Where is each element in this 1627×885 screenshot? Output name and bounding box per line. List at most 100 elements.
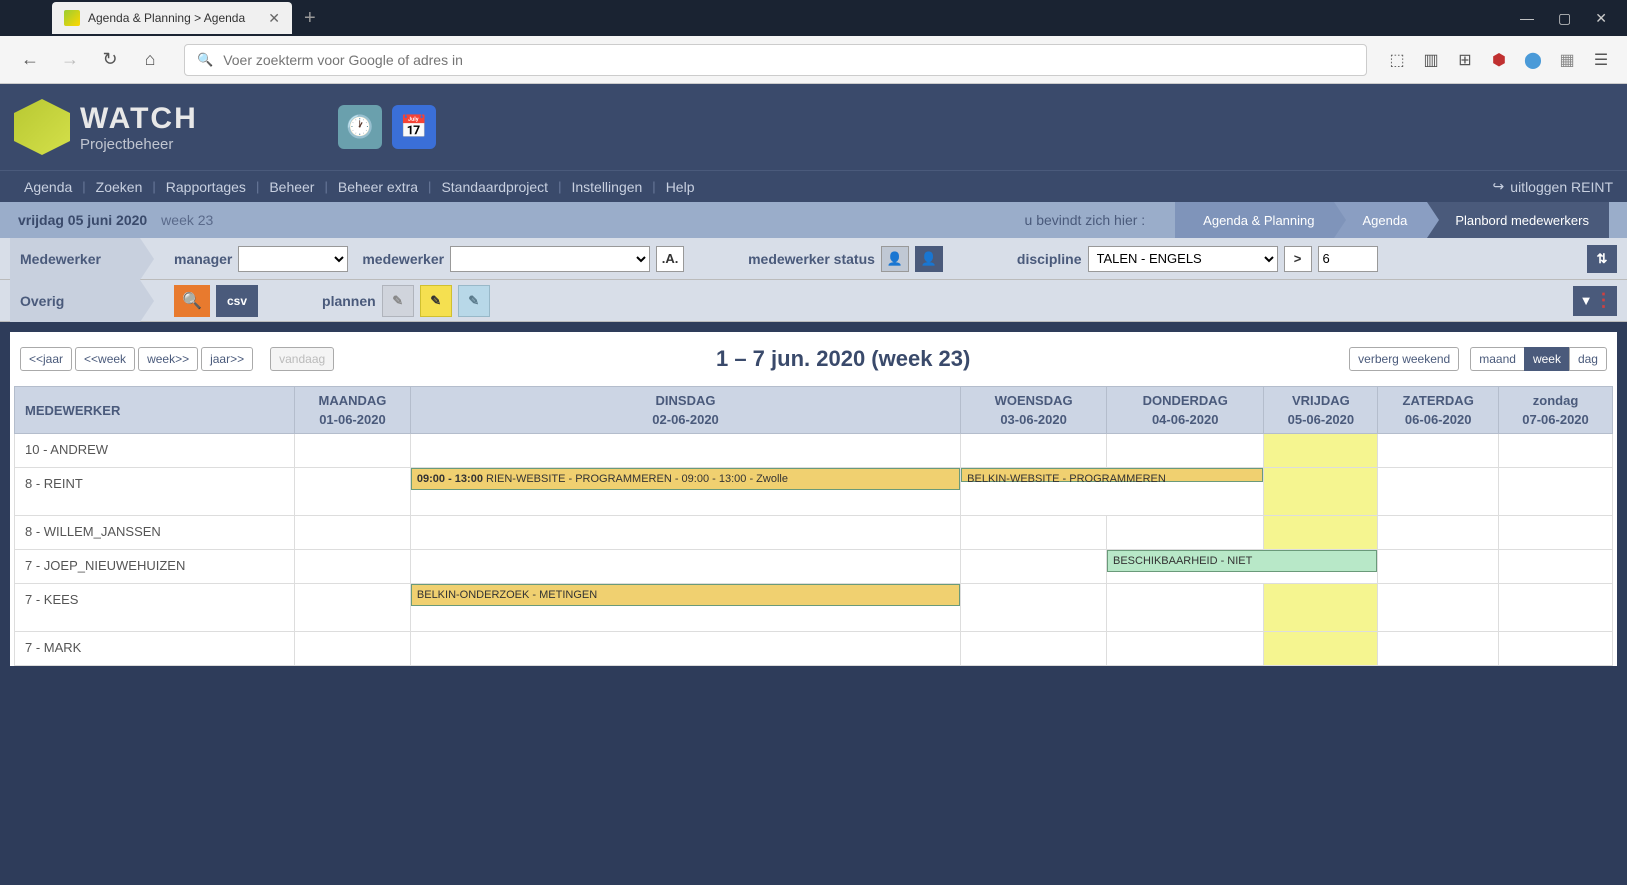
nav-zoeken[interactable]: Zoeken (86, 179, 153, 195)
menu-icon[interactable]: ☰ (1591, 50, 1611, 70)
tab-title: Agenda & Planning > Agenda (88, 11, 245, 25)
browser-toolbar: ← → ↻ ⌂ 🔍 ⬚ ▥ ⊞ ⬢ ⬤ ▦ ☰ (0, 36, 1627, 84)
prev-week-button[interactable]: <<week (75, 347, 135, 371)
nav-agenda[interactable]: Agenda (14, 179, 82, 195)
view-maand-button[interactable]: maand (1470, 347, 1524, 371)
minimize-icon[interactable]: — (1520, 10, 1534, 27)
nav-beheer[interactable]: Beheer (259, 179, 324, 195)
col-header-donderdag: DONDERDAG04-06-2020 (1106, 387, 1263, 434)
nav-beheer-extra[interactable]: Beheer extra (328, 179, 428, 195)
medewerker-select[interactable] (450, 246, 650, 272)
table-row: 8 - REINT 09:00 - 13:00 RIEN-WEBSITE - P… (15, 468, 1613, 516)
nav-instellingen[interactable]: Instellingen (561, 179, 652, 195)
next-year-button[interactable]: jaar>> (201, 347, 253, 371)
col-header-dinsdag: DINSDAG02-06-2020 (410, 387, 960, 434)
nav-rapportages[interactable]: Rapportages (156, 179, 256, 195)
plannen-btn-3[interactable]: ✎ (458, 285, 490, 317)
gt-button[interactable]: > (1284, 246, 1312, 272)
col-header-maandag: MAANDAG01-06-2020 (295, 387, 411, 434)
nav-standaardproject[interactable]: Standaardproject (431, 179, 558, 195)
back-button[interactable]: ← (16, 46, 44, 74)
crumb-agenda-planning[interactable]: Agenda & Planning (1175, 202, 1334, 238)
content-area: <<jaar <<week week>> jaar>> vandaag 1 – … (10, 332, 1617, 666)
filter-button[interactable]: ▼ ⋮ (1573, 286, 1617, 316)
mw-cell[interactable]: 7 - JOEP_NIEUWEHUIZEN (15, 550, 295, 584)
browser-tab-bar: Agenda & Planning > Agenda ✕ + — ▢ ✕ (0, 0, 1627, 36)
clock-icon[interactable]: 🕐 (338, 105, 382, 149)
status-inactive-button[interactable]: 👤 (881, 246, 909, 272)
filter-bar-medewerker: Medewerker manager medewerker .A. medewe… (0, 238, 1627, 280)
mw-cell[interactable]: 7 - MARK (15, 632, 295, 666)
view-week-button[interactable]: week (1524, 347, 1569, 371)
url-input[interactable] (223, 52, 1354, 68)
search-button[interactable]: 🔍 (174, 285, 210, 317)
event-reint-dinsdag[interactable]: 09:00 - 13:00 RIEN-WEBSITE - PROGRAMMERE… (411, 468, 960, 490)
logout-button[interactable]: ↪ uitloggen REINT (1493, 178, 1613, 195)
close-window-icon[interactable]: ✕ (1595, 10, 1607, 27)
aa-button[interactable]: .A. (656, 246, 684, 272)
window-controls: — ▢ ✕ (1520, 10, 1627, 27)
ghost-icon[interactable]: ⬤ (1523, 50, 1543, 70)
today-button[interactable]: vandaag (270, 347, 334, 371)
nav-help[interactable]: Help (656, 179, 705, 195)
hide-weekend-button[interactable]: verberg weekend (1349, 347, 1459, 371)
filter-label-overig: Overig (10, 280, 140, 322)
col-header-vrijdag: VRIJDAG05-06-2020 (1264, 387, 1378, 434)
medewerker-label: medewerker (362, 251, 444, 267)
prev-year-button[interactable]: <<jaar (20, 347, 72, 371)
app-header: WATCH Projectbeheer 🕐 📅 (0, 84, 1627, 170)
qr-icon[interactable]: ⊞ (1455, 50, 1475, 70)
next-week-button[interactable]: week>> (138, 347, 198, 371)
view-dag-button[interactable]: dag (1569, 347, 1607, 371)
event-reint-woensdag[interactable]: BELKIN-WEBSITE - PROGRAMMEREN (961, 468, 1263, 482)
mw-cell[interactable]: 10 - ANDREW (15, 434, 295, 468)
extension-icons: ⬚ ▥ ⊞ ⬢ ⬤ ▦ ☰ (1387, 50, 1611, 70)
mw-cell[interactable]: 8 - REINT (15, 468, 295, 516)
col-header-zondag: zondag07-06-2020 (1499, 387, 1613, 434)
app-logo: WATCH Projectbeheer (14, 99, 198, 155)
count-input[interactable] (1318, 246, 1378, 272)
mw-cell[interactable]: 8 - WILLEM_JANSSEN (15, 516, 295, 550)
sort-button[interactable]: ⇅ (1587, 245, 1617, 273)
plannen-btn-1[interactable]: ✎ (382, 285, 414, 317)
browser-tab[interactable]: Agenda & Planning > Agenda ✕ (52, 2, 292, 34)
crumb-agenda[interactable]: Agenda (1334, 202, 1427, 238)
home-button[interactable]: ⌂ (136, 46, 164, 74)
status-label: medewerker status (748, 251, 875, 267)
csv-button[interactable]: csv (216, 285, 258, 317)
filter-dots-icon: ⋮ (1594, 290, 1610, 311)
breadcrumb-bar: vrijdag 05 juni 2020 week 23 u bevindt z… (0, 202, 1627, 238)
reader-icon[interactable]: ▥ (1421, 50, 1441, 70)
reload-button[interactable]: ↻ (96, 46, 124, 74)
ext-grey-icon[interactable]: ▦ (1557, 50, 1577, 70)
favicon-icon (64, 10, 80, 26)
mw-cell[interactable]: 7 - KEES (15, 584, 295, 632)
filter-label-medewerker: Medewerker (10, 238, 140, 280)
event-kees-dinsdag[interactable]: BELKIN-ONDERZOEK - METINGEN (411, 584, 960, 606)
close-tab-icon[interactable]: ✕ (268, 10, 280, 27)
date-range-title: 1 – 7 jun. 2020 (week 23) (716, 346, 970, 372)
logo-sub: Projectbeheer (80, 136, 198, 153)
manager-select[interactable] (238, 246, 348, 272)
discipline-select[interactable]: TALEN - ENGELS (1088, 246, 1278, 272)
col-header-zaterdag: ZATERDAG06-06-2020 (1378, 387, 1499, 434)
calendar-icon[interactable]: 📅 (392, 105, 436, 149)
table-row: 10 - ANDREW (15, 434, 1613, 468)
library-icon[interactable]: ⬚ (1387, 50, 1407, 70)
url-bar[interactable]: 🔍 (184, 44, 1367, 76)
plannen-btn-2[interactable]: ✎ (420, 285, 452, 317)
breadcrumb-loc: u bevindt zich hier : (1025, 212, 1146, 228)
maximize-icon[interactable]: ▢ (1558, 10, 1571, 27)
table-row: 7 - JOEP_NIEUWEHUIZEN BESCHIKBAARHEID - … (15, 550, 1613, 584)
crumb-planbord[interactable]: Planbord medewerkers (1427, 202, 1609, 238)
table-row: 7 - KEES BELKIN-ONDERZOEK - METINGEN (15, 584, 1613, 632)
forward-button[interactable]: → (56, 46, 84, 74)
status-active-button[interactable]: 👤 (915, 246, 943, 272)
breadcrumb-week: week 23 (161, 212, 213, 228)
plannen-label: plannen (322, 293, 376, 309)
date-nav: <<jaar <<week week>> jaar>> vandaag 1 – … (14, 346, 1613, 386)
new-tab-button[interactable]: + (304, 7, 316, 30)
search-icon: 🔍 (197, 52, 213, 68)
event-joep-beschikbaarheid[interactable]: BESCHIKBAARHEID - NIET (1107, 550, 1377, 572)
ublock-icon[interactable]: ⬢ (1489, 50, 1509, 70)
